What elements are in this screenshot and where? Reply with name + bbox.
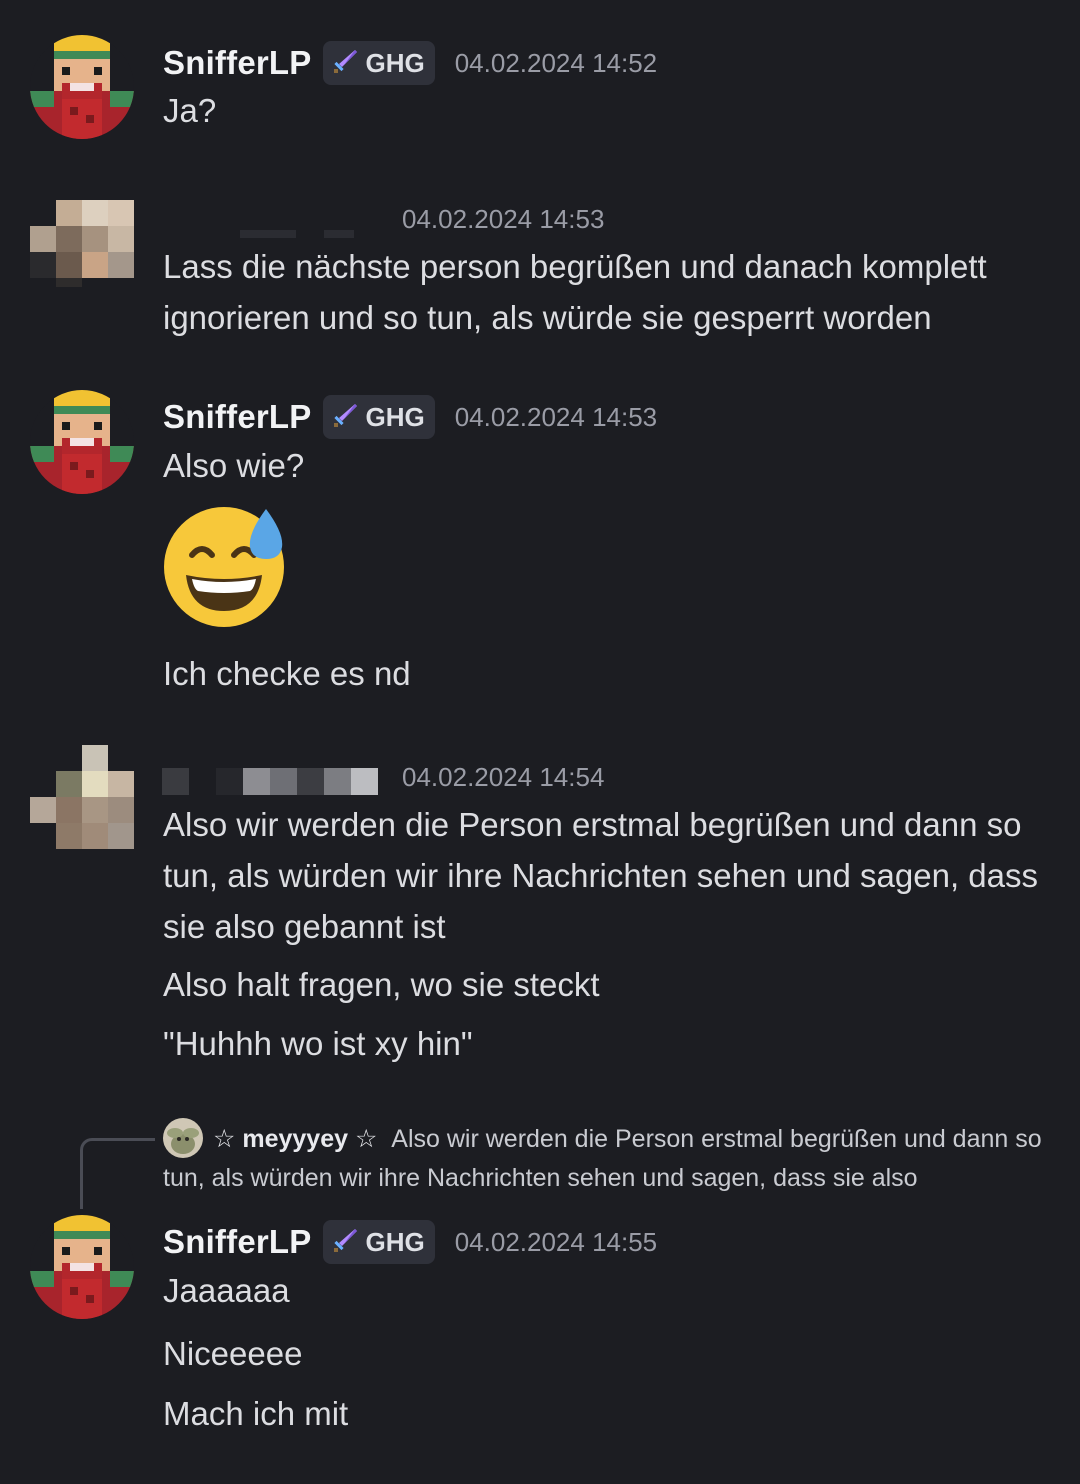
role-tag[interactable]: GHG bbox=[323, 395, 435, 439]
message-line: Also wie? bbox=[163, 447, 305, 484]
sword-role-icon bbox=[331, 401, 359, 434]
avatar-snifferlp[interactable] bbox=[30, 390, 134, 494]
avatar-snifferlp[interactable] bbox=[30, 1215, 134, 1319]
role-tag-label: GHG bbox=[365, 47, 425, 78]
message-header: SnifferLP GHG 04.02.2024 14:52 bbox=[163, 38, 657, 88]
message-line: Ich checke es nd bbox=[163, 655, 411, 692]
timestamp: 04.02.2024 14:53 bbox=[454, 401, 658, 432]
timestamp: 04.02.2024 14:52 bbox=[454, 47, 658, 78]
avatar-snifferlp[interactable] bbox=[30, 35, 134, 139]
role-tag-label: GHG bbox=[365, 1226, 425, 1257]
role-tag[interactable]: GHG bbox=[323, 41, 435, 85]
message-line: Mach ich mit bbox=[163, 1395, 349, 1432]
reply-preview[interactable]: ☆ meyyyey ☆ Also wir werden die Person e… bbox=[163, 1120, 1043, 1198]
username[interactable]: SnifferLP bbox=[163, 398, 311, 436]
message-line: "Huhhh wo ist xy hin" bbox=[163, 1025, 473, 1062]
message-line: Jaaaaaa bbox=[163, 1272, 290, 1309]
timestamp: 04.02.2024 14:55 bbox=[454, 1226, 658, 1257]
timestamp: 04.02.2024 14:53 bbox=[402, 203, 605, 234]
message-header: 04.02.2024 14:53 bbox=[402, 194, 604, 244]
pixelated-avatar[interactable] bbox=[30, 200, 134, 304]
timestamp: 04.02.2024 14:54 bbox=[402, 761, 605, 792]
message-line: Ja? bbox=[163, 92, 217, 129]
message-header: 04.02.2024 14:54 bbox=[402, 752, 604, 802]
censored-username bbox=[240, 230, 296, 238]
pixelated-avatar[interactable] bbox=[30, 745, 134, 849]
message-line: Also wir werden die Person erstmal begrü… bbox=[163, 806, 1038, 945]
message-header: SnifferLP GHG 04.02.2024 14:55 bbox=[163, 1217, 657, 1267]
role-tag[interactable]: GHG bbox=[323, 1220, 435, 1264]
censored-username bbox=[162, 768, 378, 795]
message-line: Lass die nächste person begrüßen und dan… bbox=[163, 248, 987, 336]
message-line: Also halt fragen, wo sie steckt bbox=[163, 966, 600, 1003]
reply-author[interactable]: ☆ meyyyey ☆ bbox=[213, 1125, 377, 1153]
censored-username bbox=[324, 230, 354, 238]
reply-connector bbox=[80, 1138, 155, 1209]
sword-role-icon bbox=[331, 47, 359, 80]
grinning-face-with-sweat-emoji[interactable] bbox=[162, 503, 286, 627]
username[interactable]: SnifferLP bbox=[163, 1223, 311, 1261]
username[interactable]: SnifferLP bbox=[163, 44, 311, 82]
message-header: SnifferLP GHG 04.02.2024 14:53 bbox=[163, 392, 657, 442]
role-tag-label: GHG bbox=[365, 401, 425, 432]
sword-role-icon bbox=[331, 1226, 359, 1259]
message-line: Niceeeee bbox=[163, 1335, 303, 1372]
